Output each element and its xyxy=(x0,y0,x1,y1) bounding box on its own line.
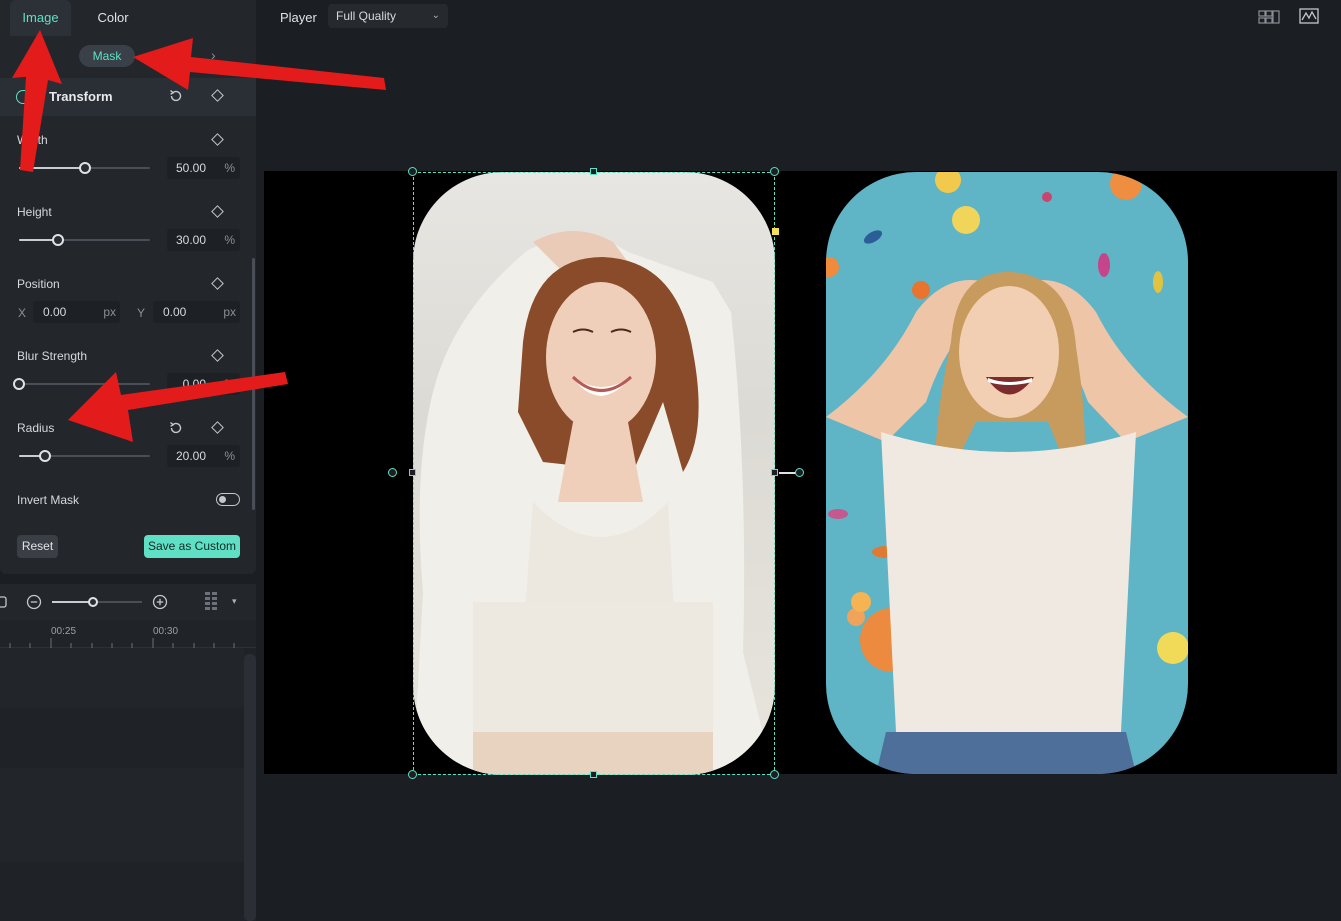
chevron-down-icon[interactable]: ▾ xyxy=(232,596,237,607)
radius-slider-thumb[interactable] xyxy=(39,450,51,462)
rotate-handle[interactable] xyxy=(795,468,804,477)
position-label: Position xyxy=(17,277,60,291)
resize-handle[interactable] xyxy=(770,770,779,779)
radius-slider[interactable] xyxy=(19,450,150,462)
tab-color[interactable]: Color xyxy=(86,0,140,36)
grid-layout-icon[interactable] xyxy=(204,591,218,613)
zoom-out-icon[interactable] xyxy=(26,594,42,610)
width-value: 50.00 xyxy=(175,161,206,175)
blur-slider-thumb[interactable] xyxy=(13,378,25,390)
width-slider-thumb[interactable] xyxy=(79,162,91,174)
timeline-toolbar: ▾ xyxy=(0,584,256,620)
resize-handle[interactable] xyxy=(590,771,597,778)
width-slider-fill xyxy=(19,167,85,169)
height-value: 30.00 xyxy=(175,233,206,247)
ruler-ticks xyxy=(9,638,235,648)
height-slider-thumb[interactable] xyxy=(52,234,64,246)
position-x-input[interactable]: 0.00 px xyxy=(33,301,120,323)
woman-blonde-confetti-image xyxy=(826,172,1188,774)
invert-mask-label: Invert Mask xyxy=(17,493,80,507)
width-slider[interactable] xyxy=(19,162,150,174)
width-label: Width xyxy=(17,133,48,147)
resize-handle[interactable] xyxy=(409,469,416,476)
radius-value: 20.00 xyxy=(175,449,206,463)
invert-mask-toggle[interactable] xyxy=(216,493,240,506)
scope-waveform-icon[interactable] xyxy=(1299,8,1319,24)
position-x-label: X xyxy=(18,306,27,320)
blur-slider[interactable] xyxy=(13,378,150,390)
position-x-value: 0.00 xyxy=(43,305,67,319)
rotate-handle[interactable] xyxy=(388,468,397,477)
section-title: Transform xyxy=(49,89,113,104)
position-y-value: 0.00 xyxy=(163,305,187,319)
player-label: Player xyxy=(280,10,317,25)
height-slider[interactable] xyxy=(19,234,150,246)
selection-bounding-box[interactable] xyxy=(413,172,775,775)
timeline-track[interactable] xyxy=(0,708,244,768)
subtab-mask[interactable]: Mask xyxy=(79,45,135,67)
position-keyframe-icon[interactable] xyxy=(211,277,224,290)
quality-value: Full Quality xyxy=(336,9,397,23)
chevron-right-icon[interactable]: › xyxy=(211,47,216,63)
timeline-scrollbar[interactable] xyxy=(244,654,256,921)
radius-handle[interactable] xyxy=(772,228,779,235)
position-x-unit: px xyxy=(103,305,116,319)
radius-reset-icon[interactable] xyxy=(168,420,184,436)
blur-label: Blur Strength xyxy=(17,349,88,363)
resize-handle[interactable] xyxy=(590,168,597,175)
zoom-in-icon[interactable] xyxy=(152,594,168,610)
quality-dropdown[interactable]: Full Quality ⌄ xyxy=(328,4,448,28)
resize-handle[interactable] xyxy=(408,770,417,779)
timeline-track[interactable] xyxy=(0,862,244,921)
panel-scrollbar[interactable] xyxy=(252,258,255,510)
position-y-input[interactable]: 0.00 px xyxy=(153,301,240,323)
grid-view-icon[interactable] xyxy=(1258,9,1280,25)
toggle-knob xyxy=(219,495,226,503)
masked-photo-woman-blonde-hair[interactable] xyxy=(826,172,1188,774)
save-as-custom-button[interactable]: Save as Custom xyxy=(144,535,240,558)
timeline-ruler[interactable]: 00:25 00:30 xyxy=(0,620,256,648)
zoom-slider-fill xyxy=(52,601,93,603)
reset-button[interactable]: Reset xyxy=(17,535,58,558)
radius-label: Radius xyxy=(17,421,55,435)
player-toolbar: Player Full Quality ⌄ xyxy=(264,0,1341,36)
width-unit: % xyxy=(224,161,235,175)
blur-unit: % xyxy=(224,377,235,391)
blur-input[interactable]: 0.00% xyxy=(167,373,240,395)
radius-keyframe-icon[interactable] xyxy=(211,421,224,434)
tab-image[interactable]: Image xyxy=(10,0,71,36)
height-input[interactable]: 30.00% xyxy=(167,229,240,251)
height-unit: % xyxy=(224,233,235,247)
resize-handle[interactable] xyxy=(408,167,417,176)
resize-handle[interactable] xyxy=(771,469,778,476)
position-y-unit: px xyxy=(223,305,236,319)
timeline-zoom-slider[interactable] xyxy=(52,597,142,607)
timeline-track[interactable] xyxy=(0,648,244,708)
blur-value: 0.00 xyxy=(182,377,206,391)
reset-icon[interactable] xyxy=(168,88,184,104)
snapshot-icon[interactable] xyxy=(0,595,8,609)
width-input[interactable]: 50.00% xyxy=(167,157,240,179)
zoom-slider-thumb[interactable] xyxy=(88,597,98,607)
width-keyframe-icon[interactable] xyxy=(211,133,224,146)
radius-unit: % xyxy=(224,449,235,463)
subtab-previous[interactable]: c xyxy=(44,49,50,63)
ruler-tick-label: 00:25 xyxy=(51,626,77,637)
timeline-panel: ▾ 00:25 00:30 xyxy=(0,584,256,921)
height-keyframe-icon[interactable] xyxy=(211,205,224,218)
height-label: Height xyxy=(17,205,52,219)
section-toggle-icon[interactable] xyxy=(16,90,32,104)
properties-panel: Image Color c Mask › Transform Width 50.… xyxy=(0,0,256,574)
timeline-track[interactable] xyxy=(0,768,244,862)
blur-keyframe-icon[interactable] xyxy=(211,349,224,362)
resize-handle[interactable] xyxy=(770,167,779,176)
ruler-tick-label: 00:30 xyxy=(153,626,179,637)
position-y-label: Y xyxy=(137,306,146,320)
radius-input[interactable]: 20.00% xyxy=(167,445,240,467)
chevron-down-icon: ⌄ xyxy=(431,10,440,21)
